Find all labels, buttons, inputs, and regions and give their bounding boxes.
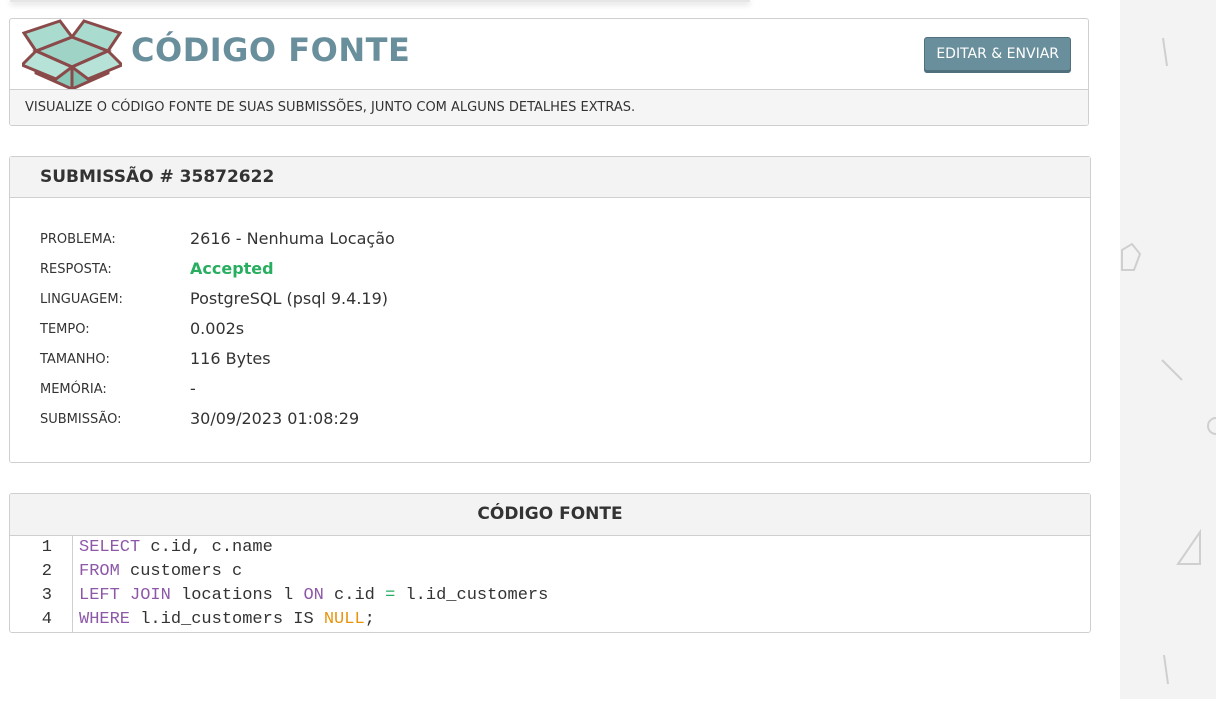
code-line: 1 SELECT c.id, c.name bbox=[10, 536, 1090, 560]
open-box-icon bbox=[22, 19, 122, 89]
info-label: RESPOSTA: bbox=[40, 262, 112, 277]
code-line: 3 LEFT JOIN locations l ON c.id = l.id_c… bbox=[10, 584, 1090, 608]
line-number: 3 bbox=[41, 586, 52, 605]
info-row-memory: MEMÓRIA: - bbox=[40, 375, 1040, 405]
response-status: Accepted bbox=[190, 259, 274, 278]
line-number: 4 bbox=[41, 610, 52, 629]
header-top: CÓDIGO FONTE EDITAR & ENVIAR bbox=[10, 19, 1088, 89]
code-line-text: WHERE l.id_customers IS NULL; bbox=[79, 610, 375, 629]
time-value: 0.002s bbox=[190, 319, 245, 338]
info-row-problem: PROBLEMA: 2616 - Nenhuma Locação bbox=[40, 225, 1040, 255]
code-line: 4 WHERE l.id_customers IS NULL; bbox=[10, 608, 1090, 632]
info-label: PROBLEMA: bbox=[40, 232, 116, 247]
submission-details-panel: SUBMISSÃO # 35872622 PROBLEMA: 2616 - Ne… bbox=[9, 156, 1091, 463]
page-description: VISUALIZE O CÓDIGO FONTE DE SUAS SUBMISS… bbox=[10, 89, 1088, 125]
info-label: TAMANHO: bbox=[40, 352, 110, 367]
code-line: 2 FROM customers c bbox=[10, 560, 1090, 584]
info-row-language: LINGUAGEM: PostgreSQL (psql 9.4.19) bbox=[40, 285, 1040, 315]
submission-title: SUBMISSÃO # 35872622 bbox=[10, 157, 1090, 198]
memory-value: - bbox=[190, 379, 196, 398]
line-number: 2 bbox=[41, 562, 52, 581]
info-label: MEMÓRIA: bbox=[40, 382, 107, 397]
main-content: CÓDIGO FONTE EDITAR & ENVIAR VISUALIZE O… bbox=[0, 0, 1120, 699]
top-bar-shadow bbox=[10, 0, 750, 2]
info-row-submission-date: SUBMISSÃO: 30/09/2023 01:08:29 bbox=[40, 405, 1040, 435]
code-line-text: FROM customers c bbox=[79, 562, 243, 581]
edit-and-submit-button[interactable]: EDITAR & ENVIAR bbox=[924, 37, 1071, 71]
code-line-text: LEFT JOIN locations l ON c.id = l.id_cus… bbox=[79, 586, 549, 605]
info-label: LINGUAGEM: bbox=[40, 292, 123, 307]
info-label: TEMPO: bbox=[40, 322, 90, 337]
decorative-shapes-icon bbox=[1121, 37, 1216, 685]
source-code-title: CÓDIGO FONTE bbox=[10, 494, 1090, 536]
info-row-size: TAMANHO: 116 Bytes bbox=[40, 345, 1040, 375]
line-number: 1 bbox=[41, 538, 52, 557]
info-row-time: TEMPO: 0.002s bbox=[40, 315, 1040, 345]
decorative-sidebar-background bbox=[1120, 0, 1216, 699]
info-row-response: RESPOSTA: Accepted bbox=[40, 255, 1040, 285]
language-value: PostgreSQL (psql 9.4.19) bbox=[190, 289, 389, 308]
page-title: CÓDIGO FONTE bbox=[131, 31, 411, 69]
info-label: SUBMISSÃO: bbox=[40, 412, 122, 427]
submission-date-value: 30/09/2023 01:08:29 bbox=[190, 409, 360, 428]
code-line-text: SELECT c.id, c.name bbox=[79, 538, 273, 557]
source-code-panel: CÓDIGO FONTE 1 SELECT c.id, c.name 2 FRO… bbox=[9, 493, 1091, 633]
size-value: 116 Bytes bbox=[190, 349, 271, 368]
page-header: CÓDIGO FONTE EDITAR & ENVIAR VISUALIZE O… bbox=[9, 18, 1089, 126]
problem-value: 2616 - Nenhuma Locação bbox=[190, 229, 395, 248]
